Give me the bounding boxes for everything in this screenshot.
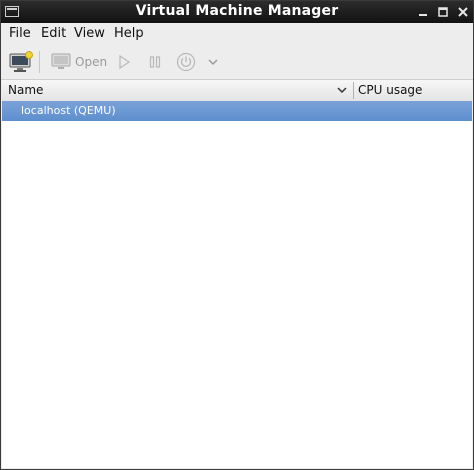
- sort-chevron-icon[interactable]: [337, 86, 347, 94]
- column-header-cpu-usage[interactable]: CPU usage: [358, 83, 422, 97]
- new-vm-icon[interactable]: [9, 51, 33, 73]
- monitor-icon: [51, 53, 71, 69]
- connection-label: localhost (QEMU): [21, 104, 116, 117]
- maximize-icon[interactable]: [435, 4, 451, 20]
- menu-file[interactable]: File: [9, 26, 31, 41]
- open-label: Open: [75, 55, 108, 69]
- menu-edit[interactable]: Edit: [41, 26, 66, 41]
- toolbar-separator: [39, 51, 40, 73]
- close-icon[interactable]: [455, 4, 471, 20]
- pause-icon[interactable]: [147, 54, 163, 70]
- title-bar[interactable]: Virtual Machine Manager: [1, 1, 473, 23]
- window-title: Virtual Machine Manager: [135, 3, 339, 19]
- toolbar: Open: [1, 45, 473, 80]
- open-button[interactable]: Open: [49, 50, 109, 74]
- play-icon[interactable]: [116, 54, 132, 70]
- chevron-down-icon[interactable]: [207, 58, 219, 66]
- list-header: Name CPU usage: [2, 80, 472, 102]
- vm-list[interactable]: Name CPU usage localhost (QEMU): [2, 80, 472, 468]
- menu-view[interactable]: View: [74, 26, 105, 41]
- minimize-icon[interactable]: [415, 4, 431, 20]
- menu-bar: File Edit View Help: [1, 23, 473, 45]
- list-row[interactable]: localhost (QEMU): [2, 101, 472, 121]
- menu-help[interactable]: Help: [114, 26, 144, 41]
- power-icon[interactable]: [176, 52, 196, 72]
- app-window: Virtual Machine Manager File Edit View H…: [0, 0, 474, 470]
- column-divider[interactable]: [353, 82, 354, 99]
- column-header-name[interactable]: Name: [8, 83, 43, 97]
